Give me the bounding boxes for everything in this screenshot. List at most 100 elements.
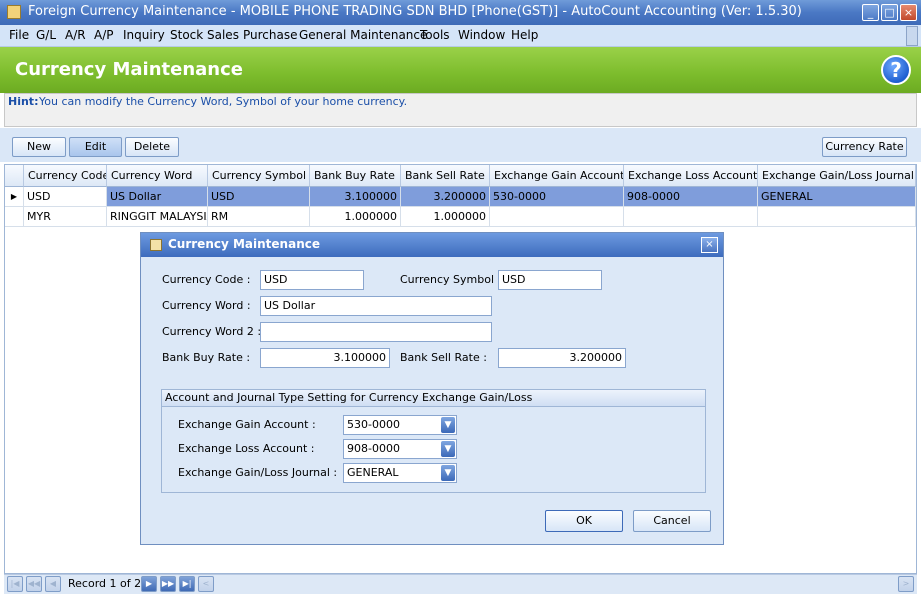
- table-cell[interactable]: USD: [24, 187, 107, 207]
- currency-symbol-input[interactable]: USD: [498, 270, 602, 290]
- record-navigator: |◀ ◀◀ ◀ Record 1 of 2 ▶ ▶▶ ▶| < >: [4, 574, 917, 594]
- edit-button[interactable]: Edit: [69, 137, 122, 157]
- gain-loss-journal-value: GENERAL: [347, 466, 399, 479]
- row-indicator: [5, 207, 24, 227]
- menu-gl[interactable]: G/L: [36, 28, 56, 42]
- menu-ar[interactable]: A/R: [65, 28, 86, 42]
- exchange-loss-combo[interactable]: 908-0000 ▼: [343, 439, 457, 459]
- gain-loss-settings-group: Account and Journal Type Setting for Cur…: [161, 389, 706, 493]
- dialog-close-button[interactable]: ×: [701, 237, 718, 253]
- table-cell[interactable]: GENERAL: [758, 187, 916, 207]
- currency-code-input[interactable]: USD: [260, 270, 364, 290]
- minimize-button[interactable]: _: [862, 4, 879, 21]
- delete-button[interactable]: Delete: [125, 137, 179, 157]
- hint-label: Hint:: [8, 95, 39, 108]
- table-cell[interactable]: 908-0000: [624, 187, 758, 207]
- app-icon: [7, 5, 21, 19]
- last-record-icon[interactable]: ▶|: [179, 576, 195, 592]
- gain-loss-journal-label: Exchange Gain/Loss Journal :: [178, 466, 338, 479]
- currency-word2-label: Currency Word 2 :: [162, 325, 262, 338]
- table-cell[interactable]: USD: [208, 187, 310, 207]
- menu-bar: File G/L A/R A/P Inquiry Stock Sales Pur…: [0, 25, 921, 47]
- column-header[interactable]: Exchange Gain Account: [490, 165, 624, 187]
- scroll-left-icon[interactable]: <: [198, 576, 214, 592]
- hint-panel: Hint: You can modify the Currency Word, …: [4, 93, 917, 127]
- gain-loss-journal-combo[interactable]: GENERAL ▼: [343, 463, 457, 483]
- menu-general-maintenance[interactable]: General Maintenance: [299, 28, 427, 42]
- table-cell[interactable]: RINGGIT MALAYSIA: [107, 207, 208, 227]
- currency-word-label: Currency Word :: [162, 299, 251, 312]
- chevron-down-icon[interactable]: ▼: [441, 417, 455, 433]
- chevron-down-icon[interactable]: ▼: [441, 441, 455, 457]
- currency-maintenance-dialog: Currency Maintenance × Currency Code : U…: [140, 232, 724, 545]
- table-cell[interactable]: 3.200000: [401, 187, 490, 207]
- bank-sell-rate-label: Bank Sell Rate :: [400, 351, 487, 364]
- exchange-loss-value: 908-0000: [347, 442, 400, 455]
- menu-stock[interactable]: Stock: [170, 28, 203, 42]
- menu-tools[interactable]: Tools: [420, 28, 450, 42]
- toolbar: New Edit Delete Currency Rate: [0, 128, 921, 162]
- new-button[interactable]: New: [12, 137, 66, 157]
- bank-buy-rate-label: Bank Buy Rate :: [162, 351, 251, 364]
- chevron-down-icon[interactable]: ▼: [441, 465, 455, 481]
- ok-button[interactable]: OK: [545, 510, 623, 532]
- dialog-title: Currency Maintenance: [168, 237, 320, 251]
- table-cell[interactable]: [490, 207, 624, 227]
- group-title: Account and Journal Type Setting for Cur…: [162, 390, 705, 407]
- currency-code-label: Currency Code :: [162, 273, 251, 286]
- exchange-loss-label: Exchange Loss Account :: [178, 442, 315, 455]
- table-cell[interactable]: 3.100000: [310, 187, 401, 207]
- window-title: Foreign Currency Maintenance - MOBILE PH…: [28, 4, 802, 19]
- menu-purchase[interactable]: Purchase: [243, 28, 298, 42]
- cancel-button[interactable]: Cancel: [633, 510, 711, 532]
- prev-page-icon[interactable]: ◀◀: [26, 576, 42, 592]
- close-window-button[interactable]: ×: [900, 4, 917, 21]
- currency-word2-input[interactable]: [260, 322, 492, 342]
- currency-symbol-label: Currency Symbol :: [400, 273, 502, 286]
- table-cell[interactable]: 1.000000: [401, 207, 490, 227]
- title-bar: Foreign Currency Maintenance - MOBILE PH…: [0, 0, 921, 25]
- table-cell[interactable]: RM: [208, 207, 310, 227]
- table-cell[interactable]: [624, 207, 758, 227]
- scroll-right-icon[interactable]: >: [898, 576, 914, 592]
- bank-buy-rate-input[interactable]: 3.100000: [260, 348, 390, 368]
- table-cell[interactable]: [758, 207, 916, 227]
- row-indicator-header: [5, 165, 24, 187]
- menu-inquiry[interactable]: Inquiry: [123, 28, 165, 42]
- column-header[interactable]: Currency Symbol: [208, 165, 310, 187]
- table-cell[interactable]: US Dollar: [107, 187, 208, 207]
- bank-sell-rate-input[interactable]: 3.200000: [498, 348, 626, 368]
- column-header[interactable]: Currency Word: [107, 165, 208, 187]
- menu-file[interactable]: File: [9, 28, 29, 42]
- column-header[interactable]: Exchange Gain/Loss Journal: [758, 165, 916, 187]
- menu-help[interactable]: Help: [511, 28, 538, 42]
- next-record-icon[interactable]: ▶: [141, 576, 157, 592]
- help-icon[interactable]: ?: [881, 55, 911, 85]
- column-header[interactable]: Bank Buy Rate: [310, 165, 401, 187]
- hint-text: You can modify the Currency Word, Symbol…: [39, 95, 408, 108]
- menu-scroll-button[interactable]: [906, 26, 918, 46]
- column-header[interactable]: Currency Code: [24, 165, 107, 187]
- header-band: Currency Maintenance: [0, 47, 921, 93]
- first-record-icon[interactable]: |◀: [7, 576, 23, 592]
- dialog-title-bar: Currency Maintenance ×: [141, 233, 723, 257]
- table-cell[interactable]: 1.000000: [310, 207, 401, 227]
- exchange-gain-combo[interactable]: 530-0000 ▼: [343, 415, 457, 435]
- column-header[interactable]: Bank Sell Rate: [401, 165, 490, 187]
- maximize-button[interactable]: □: [881, 4, 898, 21]
- record-count: Record 1 of 2: [68, 577, 142, 590]
- menu-ap[interactable]: A/P: [94, 28, 114, 42]
- currency-word-input[interactable]: US Dollar: [260, 296, 492, 316]
- prev-record-icon[interactable]: ◀: [45, 576, 61, 592]
- table-cell[interactable]: 530-0000: [490, 187, 624, 207]
- column-header[interactable]: Exchange Loss Account: [624, 165, 758, 187]
- next-page-icon[interactable]: ▶▶: [160, 576, 176, 592]
- page-title: Currency Maintenance: [15, 59, 243, 80]
- menu-window[interactable]: Window: [458, 28, 505, 42]
- exchange-gain-value: 530-0000: [347, 418, 400, 431]
- exchange-gain-label: Exchange Gain Account :: [178, 418, 316, 431]
- row-pointer-icon: ▶: [5, 187, 24, 207]
- table-cell[interactable]: MYR: [24, 207, 107, 227]
- menu-sales[interactable]: Sales: [207, 28, 239, 42]
- currency-rate-button[interactable]: Currency Rate: [822, 137, 907, 157]
